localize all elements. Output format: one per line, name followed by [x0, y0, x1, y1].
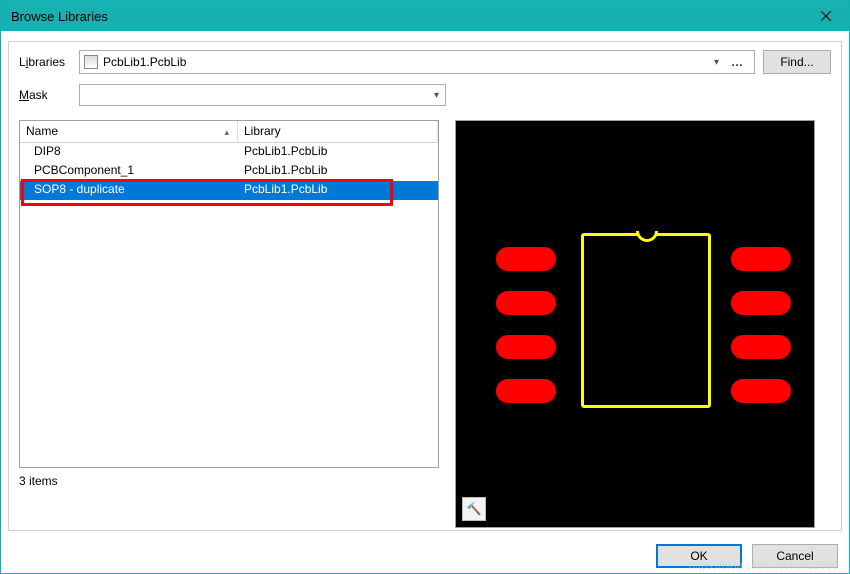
pcb-pad: [731, 291, 791, 315]
window-title: Browse Libraries: [11, 9, 108, 24]
chip-outline: [581, 233, 711, 408]
pcb-pad: [496, 291, 556, 315]
column-header-name[interactable]: Name: [20, 121, 238, 142]
chevron-down-icon: ▾: [434, 90, 439, 101]
libraries-dropdown[interactable]: PcbLib1.PcbLib ▾ …: [79, 50, 755, 74]
pcb-pad: [496, 247, 556, 271]
titlebar: Browse Libraries: [1, 1, 849, 31]
close-button[interactable]: [804, 1, 849, 31]
mask-row: Mask ▾: [19, 84, 831, 106]
component-list[interactable]: Name Library DIP8PcbLib1.PcbLibPCBCompon…: [19, 120, 439, 468]
cell-library: PcbLib1.PcbLib: [238, 143, 438, 162]
pcb-pad: [731, 335, 791, 359]
cell-name: SOP8 - duplicate: [20, 181, 238, 200]
list-body: DIP8PcbLib1.PcbLibPCBComponent_1PcbLib1.…: [20, 143, 438, 200]
cell-library: PcbLib1.PcbLib: [238, 162, 438, 181]
column-header-library[interactable]: Library: [238, 121, 438, 142]
items-count: 3 items: [19, 474, 439, 488]
mask-label: Mask: [19, 88, 79, 102]
ok-button[interactable]: OK: [656, 544, 742, 568]
cell-name: PCBComponent_1: [20, 162, 238, 181]
dialog-panel: Libraries PcbLib1.PcbLib ▾ … Find... Mas…: [8, 41, 842, 531]
library-file-icon: [84, 55, 98, 69]
ellipsis-button[interactable]: …: [725, 55, 750, 69]
footprint-preview[interactable]: 🔨: [455, 120, 815, 528]
dialog-footer: OK Cancel: [656, 544, 838, 568]
table-row[interactable]: SOP8 - duplicatePcbLib1.PcbLib: [20, 181, 438, 200]
cancel-button[interactable]: Cancel: [752, 544, 838, 568]
chevron-down-icon: ▾: [708, 57, 725, 68]
table-row[interactable]: DIP8PcbLib1.PcbLib: [20, 143, 438, 162]
content-area: Name Library DIP8PcbLib1.PcbLibPCBCompon…: [19, 120, 831, 528]
close-icon: [821, 11, 832, 22]
cell-library: PcbLib1.PcbLib: [238, 181, 438, 200]
pcb-pad: [496, 335, 556, 359]
libraries-row: Libraries PcbLib1.PcbLib ▾ … Find...: [19, 50, 831, 74]
libraries-label: Libraries: [19, 55, 79, 69]
list-area: Name Library DIP8PcbLib1.PcbLibPCBCompon…: [19, 120, 439, 528]
list-header: Name Library: [20, 121, 438, 143]
mask-dropdown[interactable]: ▾: [79, 84, 446, 106]
table-row[interactable]: PCBComponent_1PcbLib1.PcbLib: [20, 162, 438, 181]
find-button[interactable]: Find...: [763, 50, 831, 74]
pcb-pad: [496, 379, 556, 403]
pcb-pad: [731, 379, 791, 403]
pcb-pad: [731, 247, 791, 271]
libraries-dropdown-value: PcbLib1.PcbLib: [103, 55, 708, 69]
preview-tools-button[interactable]: 🔨: [462, 497, 486, 521]
hammer-icon: 🔨: [467, 502, 482, 516]
cell-name: DIP8: [20, 143, 238, 162]
